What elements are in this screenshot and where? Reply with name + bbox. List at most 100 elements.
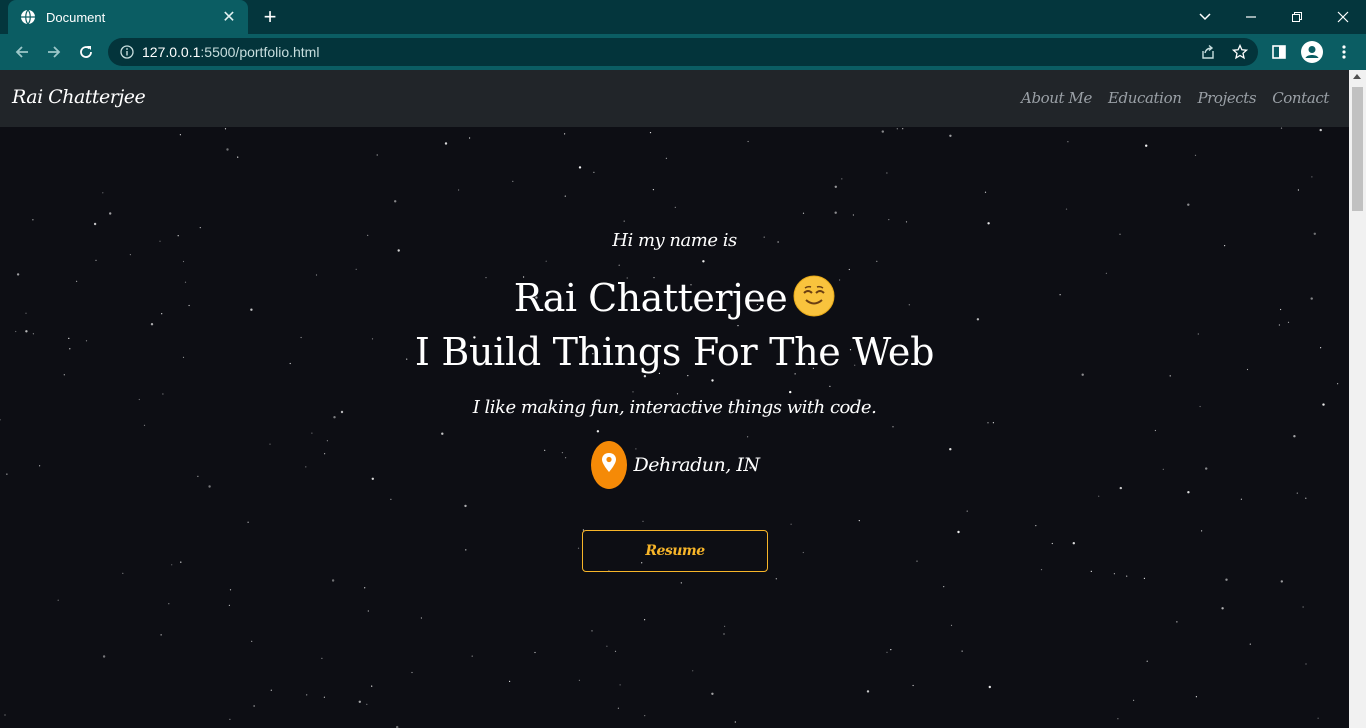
star xyxy=(323,696,325,698)
star xyxy=(509,680,511,683)
minimize-button[interactable] xyxy=(1228,0,1274,34)
restore-icon xyxy=(1292,12,1302,22)
star xyxy=(1221,607,1224,610)
star xyxy=(1145,144,1148,147)
star xyxy=(886,651,888,653)
profile-button[interactable] xyxy=(1298,38,1326,66)
star xyxy=(321,657,323,660)
star xyxy=(1072,542,1076,545)
smiling-face-icon xyxy=(793,275,835,317)
nav-link-projects[interactable]: Projects xyxy=(1197,89,1256,107)
star xyxy=(1126,575,1128,577)
hero-location: Dehradun, IN xyxy=(0,440,1349,490)
nav-link-about-me[interactable]: About Me xyxy=(1021,89,1092,107)
back-button[interactable] xyxy=(8,38,36,66)
star xyxy=(168,603,170,605)
nav-link-education[interactable]: Education xyxy=(1108,89,1182,107)
scroll-up-arrow-icon[interactable] xyxy=(1353,74,1361,79)
star xyxy=(1311,176,1313,178)
new-tab-button[interactable]: + xyxy=(258,6,282,28)
share-button[interactable] xyxy=(1194,38,1222,66)
star xyxy=(881,130,884,133)
star xyxy=(632,391,634,393)
hero-subtitle: I like making fun, interactive things wi… xyxy=(472,397,877,418)
star xyxy=(63,374,65,376)
minimize-icon xyxy=(1246,16,1256,18)
star xyxy=(1169,375,1171,377)
star xyxy=(411,671,413,674)
star xyxy=(95,259,97,261)
star xyxy=(987,222,990,225)
star xyxy=(1040,569,1043,571)
star xyxy=(644,715,646,717)
browser-tab[interactable]: Document ✕ xyxy=(8,0,248,34)
side-panel-button[interactable] xyxy=(1265,38,1293,66)
star xyxy=(841,178,843,180)
restore-button[interactable] xyxy=(1274,0,1320,34)
star xyxy=(376,154,378,156)
star xyxy=(916,560,918,562)
hero-name: Rai Chatterjee xyxy=(0,275,1349,320)
star xyxy=(676,393,679,395)
star xyxy=(1146,660,1148,662)
close-tab-button[interactable]: ✕ xyxy=(220,9,238,25)
star xyxy=(747,436,749,438)
forward-button[interactable] xyxy=(40,38,68,66)
star xyxy=(444,142,448,145)
page-scrollbar[interactable] xyxy=(1349,70,1366,728)
star xyxy=(1143,577,1145,579)
star xyxy=(988,685,991,689)
star xyxy=(394,200,397,203)
close-window-icon xyxy=(1337,11,1349,23)
bookmark-button[interactable] xyxy=(1226,38,1254,66)
address-bar[interactable]: 127.0.0.1:5500/portfolio.html xyxy=(108,38,1258,66)
star xyxy=(1337,383,1339,385)
scrollbar-thumb[interactable] xyxy=(1352,87,1363,211)
star xyxy=(465,549,467,551)
star xyxy=(674,206,676,208)
star xyxy=(150,323,154,326)
url-path: :5500/portfolio.html xyxy=(200,44,320,60)
profile-icon xyxy=(1301,41,1323,63)
star xyxy=(866,690,870,693)
share-icon xyxy=(1202,44,1214,59)
star xyxy=(902,128,904,130)
star xyxy=(961,650,963,652)
star xyxy=(578,679,581,681)
star xyxy=(171,564,173,566)
reload-button[interactable] xyxy=(72,38,100,66)
close-window-button[interactable] xyxy=(1320,0,1366,34)
star xyxy=(747,140,749,143)
browser-menu-button[interactable] xyxy=(1330,38,1358,66)
info-icon[interactable] xyxy=(120,45,134,59)
star xyxy=(711,379,714,382)
star xyxy=(892,426,894,428)
star xyxy=(992,422,995,424)
resume-button[interactable]: Resume xyxy=(582,530,768,572)
star xyxy=(390,498,392,500)
star xyxy=(306,694,308,696)
star xyxy=(1280,580,1284,583)
nav-link-contact[interactable]: Contact xyxy=(1272,89,1329,107)
star xyxy=(1133,699,1135,701)
hero-name-text: Rai Chatterjee xyxy=(513,276,788,320)
star xyxy=(1249,643,1251,645)
star xyxy=(1305,497,1307,499)
tab-search-button[interactable] xyxy=(1182,0,1228,34)
star xyxy=(802,551,804,554)
star xyxy=(1105,272,1107,274)
star xyxy=(199,227,201,229)
star xyxy=(619,684,621,686)
star xyxy=(1297,189,1299,191)
star xyxy=(1113,573,1115,575)
star xyxy=(1240,498,1242,500)
star xyxy=(649,132,652,134)
site-brand[interactable]: Rai Chatterjee xyxy=(12,86,146,108)
nav-links: About Me Education Projects Contact xyxy=(1021,89,1329,107)
star xyxy=(1035,525,1037,527)
star xyxy=(469,137,471,139)
star xyxy=(1187,491,1190,494)
star xyxy=(311,432,313,434)
star xyxy=(606,645,608,647)
star xyxy=(331,579,335,582)
